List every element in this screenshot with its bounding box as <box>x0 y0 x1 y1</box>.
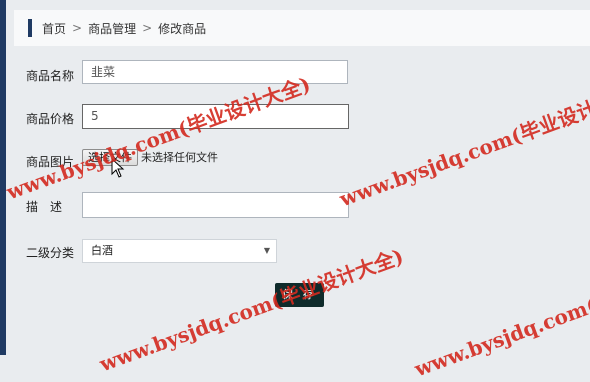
breadcrumb: 首页 > 商品管理 > 修改商品 <box>14 10 590 46</box>
category-label: 二级分类 <box>26 246 75 260</box>
breadcrumb-home-link[interactable]: 首页 <box>42 20 66 37</box>
watermark-text: www.bysjdq.com(毕业设计大全) <box>3 71 314 205</box>
description-input[interactable] <box>82 192 349 218</box>
description-label: 描 述 <box>26 200 63 214</box>
category-selected-value: 白酒 <box>91 244 113 257</box>
product-price-input[interactable]: 5 <box>82 104 349 129</box>
breadcrumb-separator: > <box>72 21 83 35</box>
category-select[interactable]: 白酒 ▼ <box>82 239 277 263</box>
sidebar-edge <box>0 0 6 355</box>
file-status-text: 未选择任何文件 <box>141 151 218 164</box>
watermark-text: www.bysjdq.com(毕业设计大全) <box>411 248 590 382</box>
watermark-text: www.bysjdq.com(毕业设计大全) <box>336 78 590 212</box>
breadcrumb-product-management-link[interactable]: 商品管理 <box>88 20 136 37</box>
product-price-label: 商品价格 <box>26 112 75 126</box>
choose-file-button[interactable]: 选择文件 <box>82 149 138 166</box>
save-button[interactable]: 保 存 <box>275 283 324 307</box>
product-name-label: 商品名称 <box>26 69 75 83</box>
product-image-label: 商品图片 <box>26 155 75 169</box>
product-name-input[interactable]: 韭菜 <box>82 60 348 84</box>
breadcrumb-marker <box>28 19 32 37</box>
dropdown-arrow-icon: ▼ <box>263 246 270 255</box>
breadcrumb-separator: > <box>142 21 153 35</box>
mouse-pointer-icon <box>111 158 125 178</box>
breadcrumb-current: 修改商品 <box>158 21 207 36</box>
